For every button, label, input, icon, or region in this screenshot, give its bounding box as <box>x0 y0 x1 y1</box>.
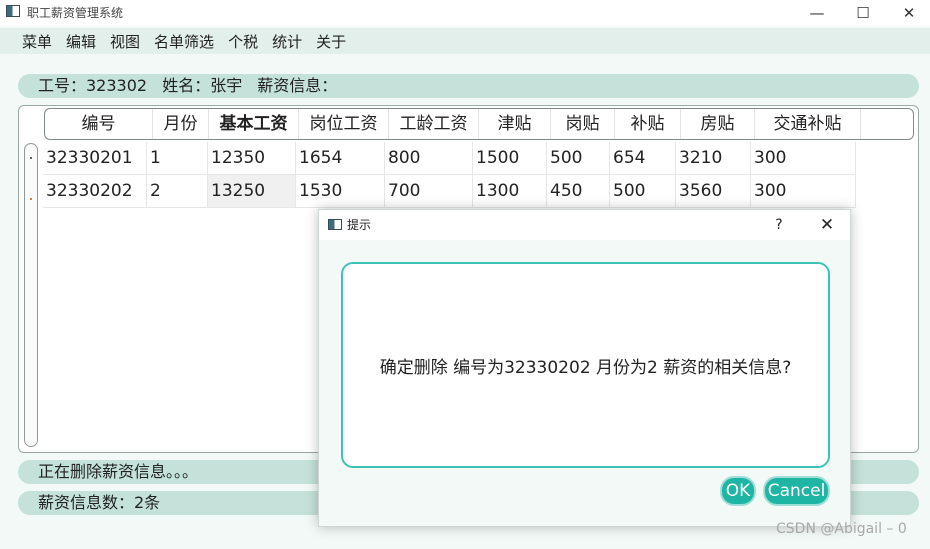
menu-bar: 菜单 编辑 视图 名单筛选 个税 统计 关于 <box>0 28 930 54</box>
column-header[interactable]: 编号 <box>45 109 153 139</box>
table-cell[interactable]: 300 <box>751 142 856 175</box>
table-cell[interactable]: 32330201 <box>43 142 147 175</box>
column-header[interactable]: 房贴 <box>681 109 755 139</box>
dialog-titlebar: 提示 ? ✕ <box>319 210 850 240</box>
menu-item-filter[interactable]: 名单筛选 <box>154 31 214 52</box>
employee-info-bar: 工号：323302 姓名：张宇 薪资信息： <box>18 74 919 98</box>
row-marker <box>30 157 32 159</box>
menu-item-tax[interactable]: 个税 <box>228 31 258 52</box>
window-titlebar: 职工薪资管理系统 — ☐ ✕ <box>0 0 930 26</box>
table-cell[interactable]: 1530 <box>296 175 385 208</box>
employee-id-label: 工号：323302 <box>38 76 148 95</box>
table-cell[interactable]: 300 <box>751 175 856 208</box>
minimize-button[interactable]: — <box>794 0 840 26</box>
table-cell[interactable]: 1654 <box>296 142 385 175</box>
dialog-app-icon <box>328 219 342 230</box>
table-cell[interactable]: 2 <box>147 175 208 208</box>
table-cell[interactable]: 450 <box>547 175 610 208</box>
menu-item-about[interactable]: 关于 <box>316 31 346 52</box>
dialog-message: 确定删除 编号为32330202 月份为2 薪资的相关信息? <box>379 357 792 378</box>
salary-info-label: 薪资信息： <box>257 76 338 95</box>
watermark-text: CSDN @Abigail – 0 <box>776 521 907 537</box>
table-cell[interactable]: 32330202 <box>43 175 147 208</box>
table-cell[interactable]: 3560 <box>676 175 751 208</box>
employee-name-label: 姓名：张宇 <box>162 76 243 95</box>
row-marker <box>30 198 32 200</box>
table-cell-selected[interactable]: 13250 <box>208 175 296 208</box>
dialog-message-box: 确定删除 编号为32330202 月份为2 薪资的相关信息? <box>341 262 830 468</box>
column-header[interactable]: 补贴 <box>615 109 681 139</box>
ok-button[interactable]: OK <box>720 476 756 506</box>
table-cell[interactable]: 500 <box>547 142 610 175</box>
close-button[interactable]: ✕ <box>886 0 930 26</box>
table-cell[interactable]: 700 <box>385 175 473 208</box>
window-title: 职工薪资管理系统 <box>27 6 124 20</box>
column-header[interactable]: 岗贴 <box>551 109 615 139</box>
menu-item-edit[interactable]: 编辑 <box>66 31 96 52</box>
column-header[interactable]: 基本工资 <box>209 109 299 139</box>
cancel-button[interactable]: Cancel <box>763 476 830 506</box>
status-message: 正在删除薪资信息。。。 <box>38 462 199 481</box>
table-cell[interactable]: 654 <box>610 142 676 175</box>
table-cell[interactable]: 3210 <box>676 142 751 175</box>
dialog-close-button[interactable]: ✕ <box>815 210 839 240</box>
table-cell[interactable]: 800 <box>385 142 473 175</box>
table-cell[interactable]: 500 <box>610 175 676 208</box>
menu-item-menu[interactable]: 菜单 <box>22 31 52 52</box>
column-header[interactable]: 岗位工资 <box>299 109 389 139</box>
column-header[interactable]: 交通补贴 <box>755 109 861 139</box>
record-count-label: 薪资信息数：2条 <box>38 493 161 512</box>
maximize-button[interactable]: ☐ <box>840 0 886 26</box>
menu-item-view[interactable]: 视图 <box>110 31 140 52</box>
table-cell[interactable]: 1300 <box>473 175 547 208</box>
table-cell[interactable]: 1500 <box>473 142 547 175</box>
column-header[interactable]: 工龄工资 <box>389 109 479 139</box>
dialog-title: 提示 <box>347 218 372 232</box>
column-header[interactable]: 月份 <box>153 109 209 139</box>
table-cell[interactable]: 1 <box>147 142 208 175</box>
table-header: 编号 月份 基本工资 岗位工资 工龄工资 津贴 岗贴 补贴 房贴 交通补贴 <box>44 108 914 140</box>
vertical-scrollbar[interactable] <box>24 143 38 447</box>
table-cell[interactable]: 12350 <box>208 142 296 175</box>
confirm-dialog: 提示 ? ✕ 确定删除 编号为32330202 月份为2 薪资的相关信息? OK… <box>318 209 851 527</box>
menu-item-statistics[interactable]: 统计 <box>272 31 302 52</box>
help-button[interactable]: ? <box>767 210 791 240</box>
app-icon <box>6 5 20 17</box>
column-header[interactable]: 津贴 <box>479 109 551 139</box>
